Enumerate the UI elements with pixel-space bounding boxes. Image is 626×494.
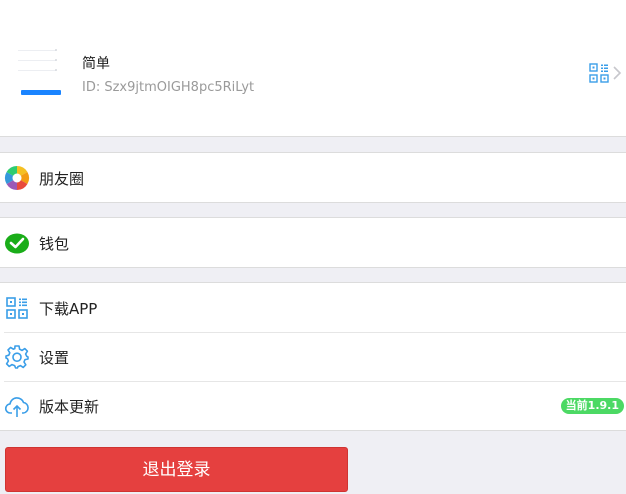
menu-item-download[interactable]: 下载APP xyxy=(0,283,626,332)
logout-button[interactable]: 退出登录 xyxy=(5,447,348,492)
menu-item-settings[interactable]: 设置 xyxy=(0,332,626,381)
version-badge: 当前1.9.1 xyxy=(560,398,624,414)
profile-name: 简单 xyxy=(82,56,110,72)
wallet-icon xyxy=(5,233,29,254)
menu-label-moments: 朋友圈 xyxy=(39,170,85,188)
menu-item-wallet[interactable]: 钱包 xyxy=(0,218,626,267)
menu-label-download: 下载APP xyxy=(39,300,98,318)
qr-code-icon[interactable] xyxy=(589,63,609,83)
wallet-group: 钱包 xyxy=(0,217,626,268)
avatar xyxy=(14,44,66,98)
moments-group: 朋友圈 xyxy=(0,152,626,203)
chevron-right-icon xyxy=(613,66,622,80)
menu-item-moments[interactable]: 朋友圈 xyxy=(0,153,626,202)
profile-card[interactable]: 简单 ID: Szx9jtmOIGH8pc5RiLyt xyxy=(0,0,626,137)
menu-label-settings: 设置 xyxy=(39,349,70,367)
moments-aperture-icon xyxy=(4,166,30,190)
menu-label-wallet: 钱包 xyxy=(39,235,70,253)
qr-code-icon xyxy=(6,297,28,319)
menu-label-update: 版本更新 xyxy=(39,398,100,416)
cloud-upload-icon xyxy=(4,397,29,417)
profile-id: ID: Szx9jtmOIGH8pc5RiLyt xyxy=(82,80,255,95)
app-group: 下载APP 设置 版本更新 当前1.9.1 xyxy=(0,282,626,431)
gear-icon xyxy=(5,345,29,369)
menu-item-update[interactable]: 版本更新 当前1.9.1 xyxy=(0,381,626,430)
